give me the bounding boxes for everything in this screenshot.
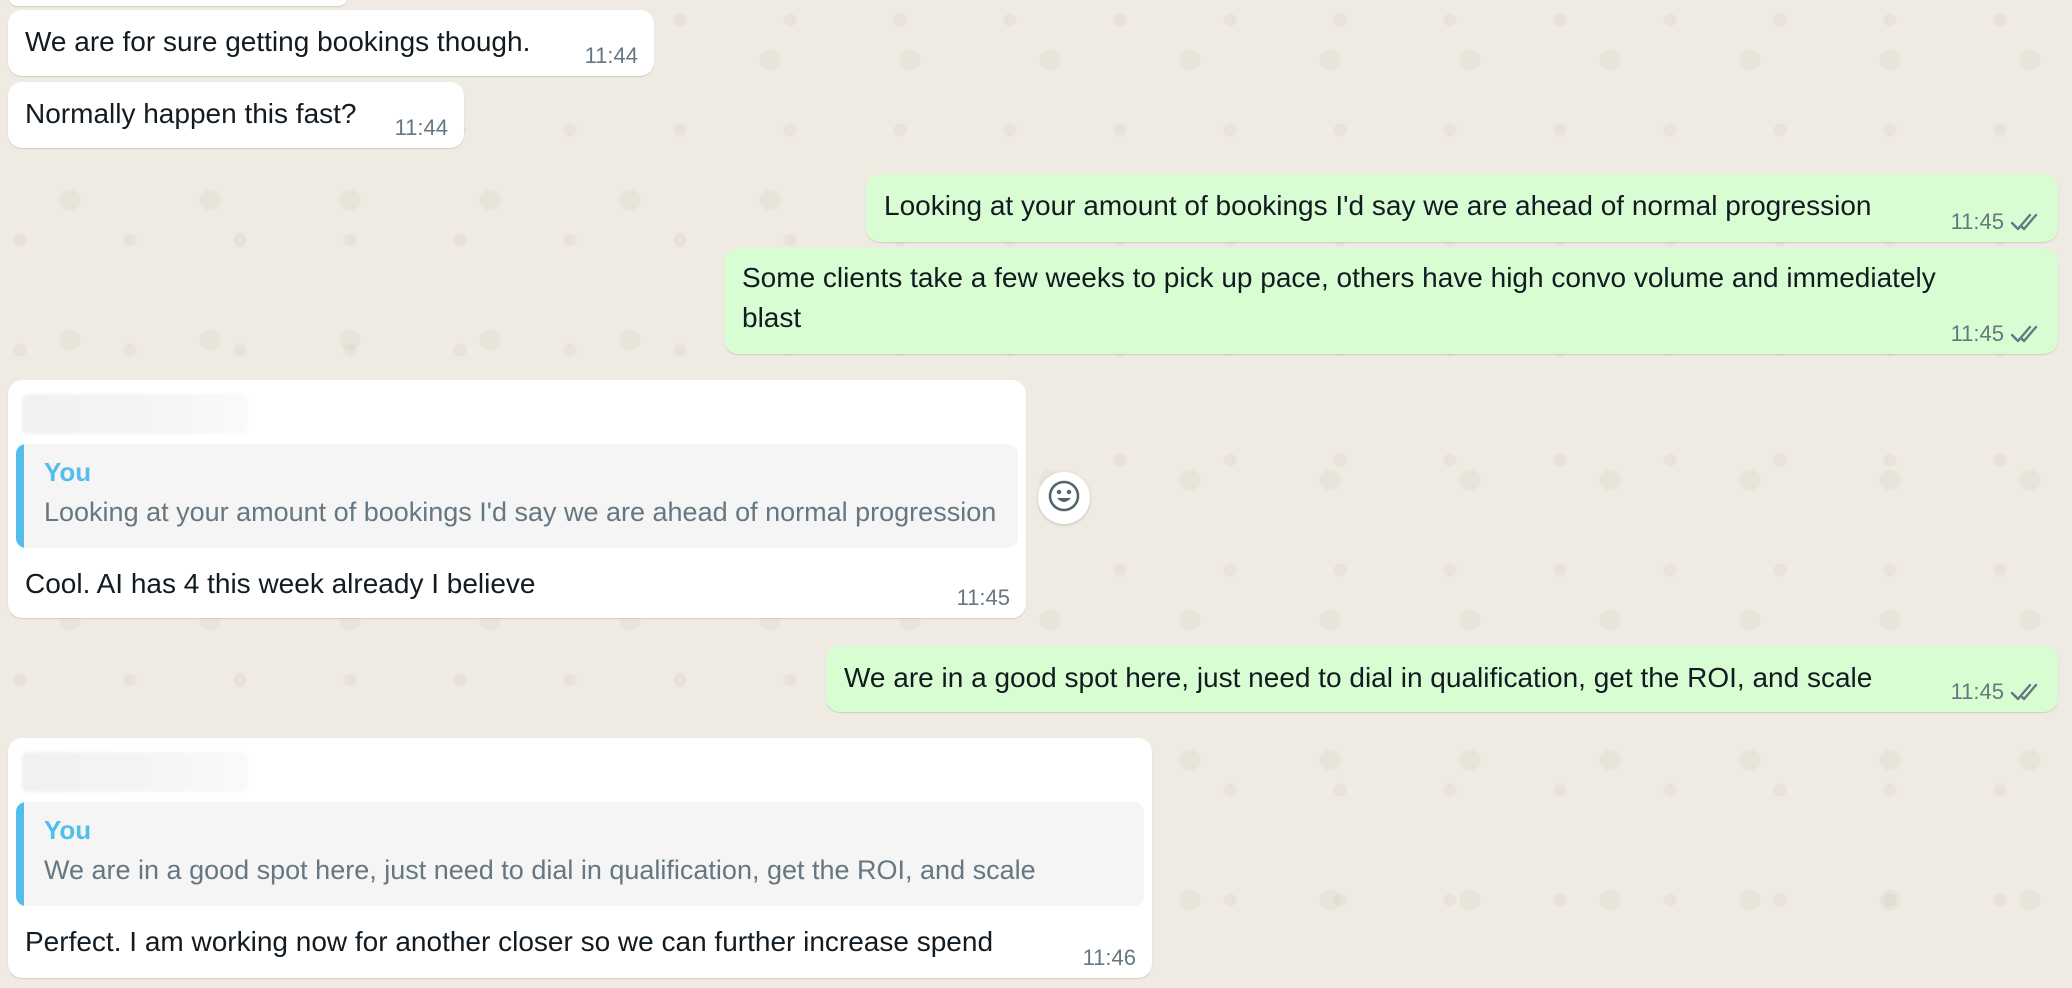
message-bubble-outgoing[interactable]: We are in a good spot here, just need to… (826, 646, 2058, 712)
add-reaction-button[interactable] (1038, 472, 1090, 524)
message-bubble-outgoing[interactable]: Looking at your amount of bookings I'd s… (866, 174, 2058, 242)
message-text: Looking at your amount of bookings I'd s… (884, 190, 1872, 221)
message-text: Normally happen this fast? (25, 98, 357, 129)
message-text: We are for sure getting bookings though. (25, 26, 531, 57)
quote-accent-bar (16, 802, 24, 906)
message-meta: 11:44 (395, 114, 448, 142)
emoji-smile-icon (1047, 479, 1081, 518)
quote-text: Looking at your amount of bookings I'd s… (44, 497, 997, 527)
message-time: 11:45 (956, 585, 1010, 610)
message-time: 11:45 (1950, 321, 2004, 346)
message-text: Perfect. I am working now for another cl… (25, 926, 994, 957)
message-text: We are in a good spot here, just need to… (844, 662, 1873, 693)
message-bubble-incoming-reply[interactable]: You Looking at your amount of bookings I… (8, 380, 1026, 618)
message-meta: 11:45 (957, 584, 1010, 612)
sender-name-redacted (22, 394, 248, 434)
double-check-icon (2010, 682, 2042, 702)
message-meta: 11:44 (585, 42, 638, 70)
quoted-message[interactable]: You We are in a good spot here, just nee… (16, 802, 1144, 906)
message-time: 11:44 (394, 115, 448, 140)
message-meta: 11:45 (1951, 208, 2042, 236)
double-check-icon (2010, 212, 2042, 232)
message-text-line-2: blast (742, 302, 802, 333)
quote-accent-bar (16, 444, 24, 548)
chat-area[interactable]: We are for sure getting bookings though.… (0, 0, 2072, 988)
quoted-message[interactable]: You Looking at your amount of bookings I… (16, 444, 1018, 548)
message-meta: 11:46 (1083, 944, 1136, 972)
message-meta: 11:45 (1951, 678, 2042, 706)
message-time: 11:46 (1082, 945, 1136, 970)
double-check-icon (2010, 324, 2042, 344)
message-bubble-incoming[interactable]: We are for sure getting bookings though.… (8, 10, 654, 76)
message-bubble-partial (8, 0, 348, 6)
quote-author: You (44, 457, 92, 487)
message-bubble-incoming[interactable]: Normally happen this fast? 11:44 (8, 82, 464, 148)
message-time: 11:44 (584, 43, 638, 68)
message-text-line-1: Some clients take a few weeks to pick up… (742, 262, 1936, 293)
quote-text: We are in a good spot here, just need to… (44, 855, 1036, 885)
message-meta: 11:45 (1951, 320, 2042, 348)
message-time: 11:45 (1950, 209, 2004, 234)
quote-author: You (44, 815, 92, 845)
message-time: 11:45 (1950, 679, 2004, 704)
message-bubble-incoming-reply[interactable]: You We are in a good spot here, just nee… (8, 738, 1152, 978)
message-bubble-outgoing[interactable]: Some clients take a few weeks to pick up… (724, 248, 2058, 354)
message-text: Cool. AI has 4 this week already I belie… (25, 568, 536, 599)
sender-name-redacted (22, 752, 248, 792)
